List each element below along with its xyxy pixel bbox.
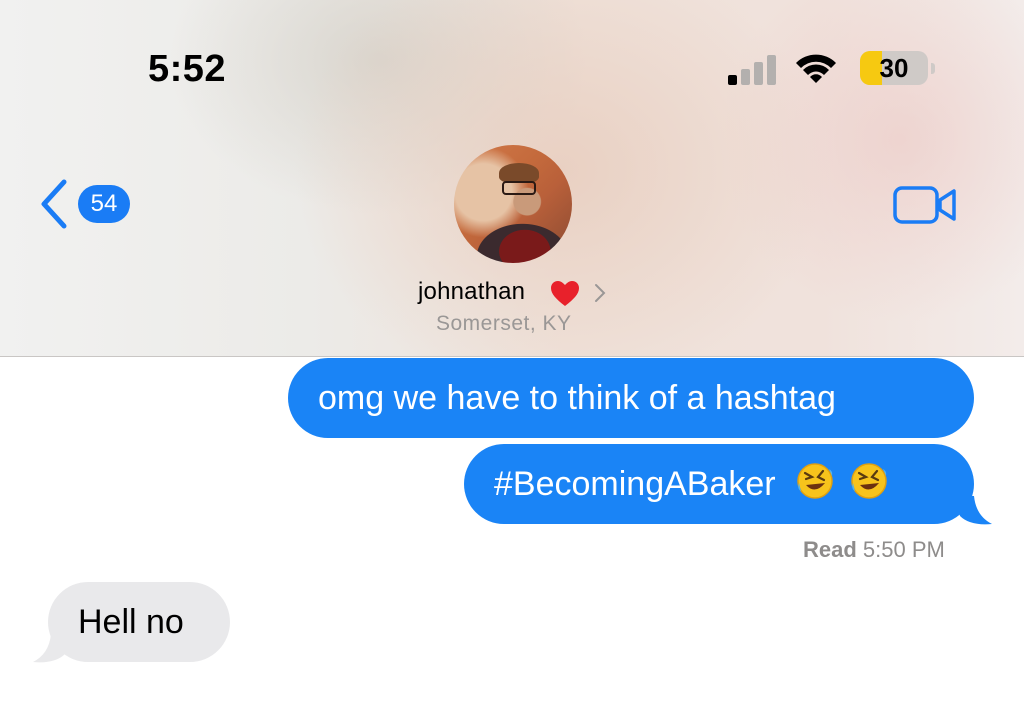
conversation-header: 5:52 30 54 johnathan Somerset, KY bbox=[0, 0, 1024, 357]
message-text: #BecomingABaker bbox=[494, 465, 776, 503]
red-heart-icon bbox=[551, 281, 579, 306]
rolling-on-floor-laughing-icon bbox=[850, 463, 887, 499]
message-text: Hell no bbox=[78, 603, 184, 641]
read-label: Read bbox=[803, 537, 857, 562]
cellular-signal-icon bbox=[728, 53, 778, 85]
message-bubble-sent[interactable]: omg we have to think of a hashtag bbox=[288, 358, 974, 438]
bubble-tail-sent bbox=[954, 496, 992, 525]
rolling-on-floor-laughing-icon bbox=[797, 463, 833, 499]
battery-level: 30 bbox=[879, 53, 909, 83]
message-bubble-sent[interactable]: #BecomingABaker bbox=[464, 444, 974, 524]
back-button[interactable]: 54 bbox=[36, 178, 146, 230]
wifi-icon bbox=[796, 54, 836, 83]
video-camera-icon[interactable] bbox=[892, 184, 958, 226]
contact-location: Somerset, KY bbox=[436, 312, 572, 335]
battery-nub bbox=[931, 63, 935, 74]
status-time: 5:52 bbox=[148, 48, 227, 90]
read-time: 5:50 PM bbox=[862, 537, 945, 562]
message-bubble-received[interactable]: Hell no bbox=[48, 582, 230, 662]
battery-icon: 30 bbox=[860, 51, 928, 85]
unread-count-badge: 54 bbox=[78, 185, 130, 223]
read-receipt: Read 5:50 PM bbox=[803, 537, 945, 563]
contact-avatar[interactable] bbox=[454, 145, 572, 263]
chevron-right-icon[interactable] bbox=[594, 283, 606, 303]
chevron-left-icon bbox=[41, 179, 67, 229]
contact-name[interactable]: johnathan bbox=[418, 278, 525, 306]
bubble-tail-received bbox=[33, 634, 71, 663]
message-text: omg we have to think of a hashtag bbox=[318, 379, 836, 417]
